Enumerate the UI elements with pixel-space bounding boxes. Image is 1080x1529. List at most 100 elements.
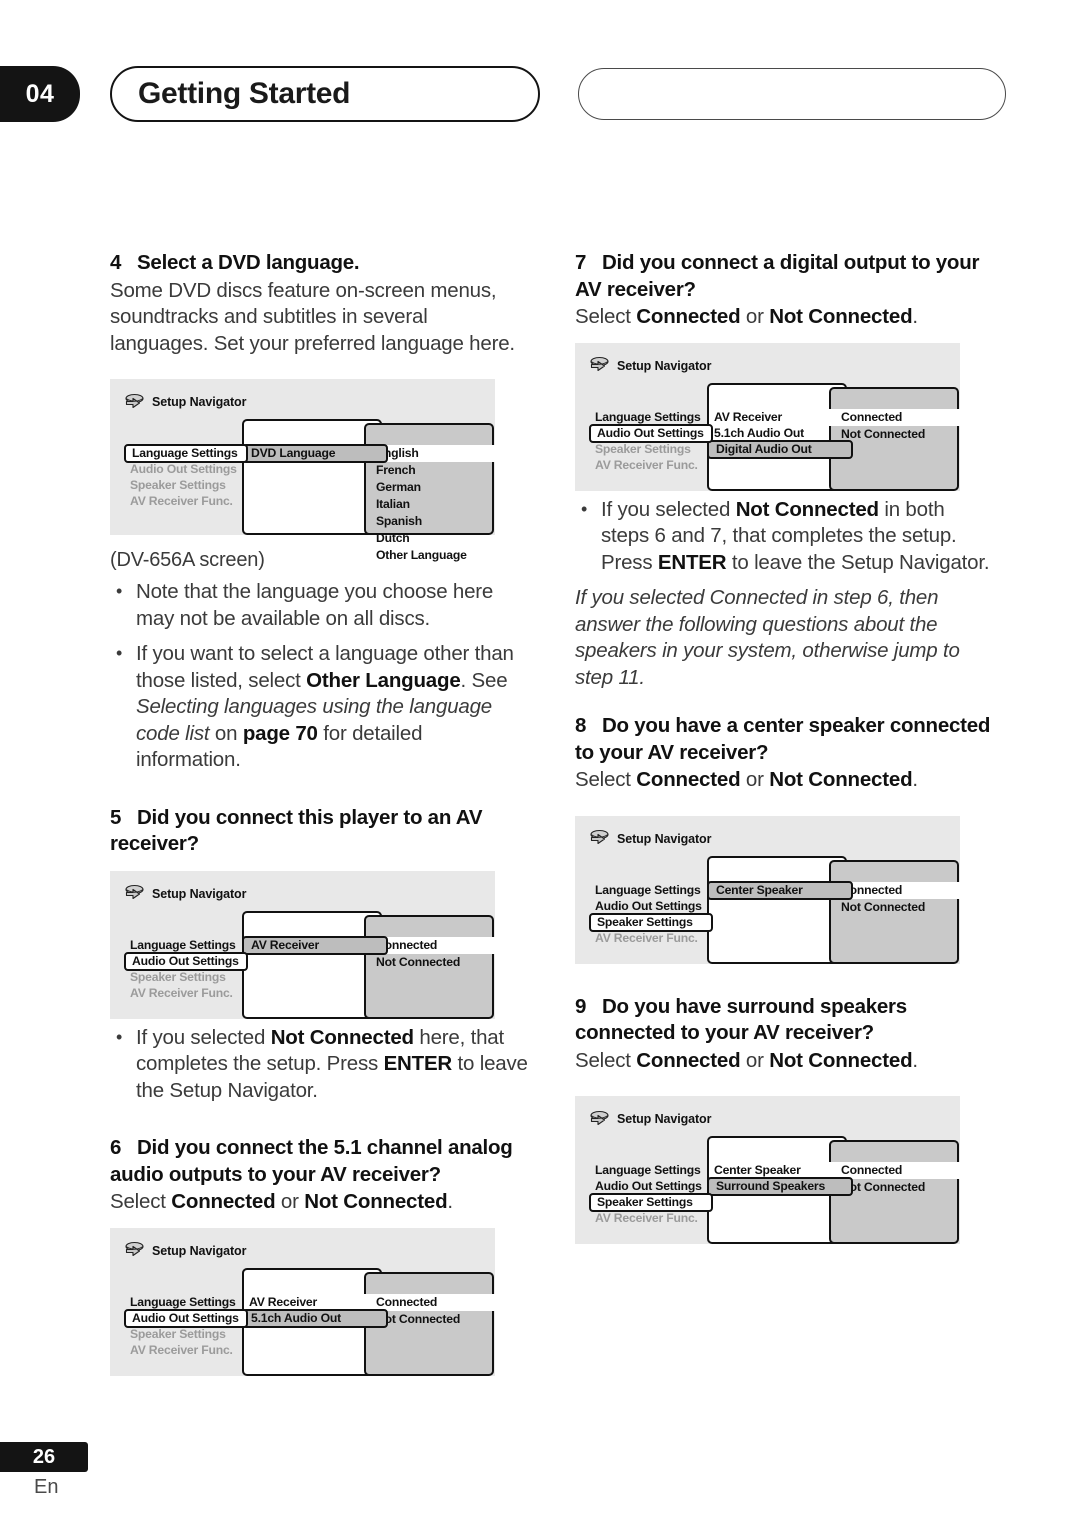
s8-bold-not-connected: Not Connected bbox=[769, 768, 913, 791]
s8-bold-connected: Connected bbox=[636, 768, 741, 791]
middle-item-5-1ch-audio-out[interactable]: 5.1ch Audio Out bbox=[707, 425, 853, 441]
menu-item-audio-out-settings[interactable]: Audio Out Settings bbox=[124, 461, 248, 477]
step-4-body: Some DVD discs feature on-screen menus, … bbox=[110, 278, 515, 355]
setup-navigator-screen-step5: Setup Navigator Language Settings Audio … bbox=[110, 870, 496, 1019]
middle-item-av-receiver[interactable]: AV Receiver bbox=[242, 1294, 388, 1310]
menu-item-av-receiver-func[interactable]: AV Receiver Func. bbox=[589, 457, 713, 473]
menu-item-language-settings[interactable]: Language Settings bbox=[124, 937, 248, 953]
setup-navigator-screen-step6: Setup Navigator Language Settings Audio … bbox=[110, 1227, 496, 1376]
menu-item-audio-out-settings[interactable]: Audio Out Settings bbox=[589, 423, 713, 443]
menu-item-language-settings[interactable]: Language Settings bbox=[124, 1294, 248, 1310]
option-not-connected[interactable]: Not Connected bbox=[829, 899, 961, 916]
menu-item-av-receiver-func[interactable]: AV Receiver Func. bbox=[124, 493, 248, 509]
s6-bold-connected: Connected bbox=[171, 1190, 276, 1213]
page-header: 04 Getting Started bbox=[0, 66, 1080, 122]
menu-item-language-settings[interactable]: Language Settings bbox=[589, 882, 713, 898]
middle-item-surround-speakers[interactable]: Surround Speakers bbox=[707, 1177, 853, 1196]
chapter-number-badge: 04 bbox=[0, 66, 80, 122]
menu-item-av-receiver-func[interactable]: AV Receiver Func. bbox=[589, 1210, 713, 1226]
step-8-heading: 8 Do you have a center speaker connected … bbox=[575, 713, 995, 766]
screen-title: Setup Navigator bbox=[617, 358, 712, 373]
option-italian[interactable]: Italian bbox=[364, 496, 496, 513]
screen-title: Setup Navigator bbox=[617, 831, 712, 846]
screen-title-row: Setup Navigator bbox=[589, 1108, 946, 1130]
step-6-number: 6 bbox=[110, 1136, 122, 1159]
menu-item-av-receiver-func[interactable]: AV Receiver Func. bbox=[589, 930, 713, 946]
step-4-bullets: Note that the language you choose here m… bbox=[110, 578, 530, 774]
menu-item-audio-out-settings[interactable]: Audio Out Settings bbox=[124, 1308, 248, 1328]
menu-item-audio-out-settings[interactable]: Audio Out Settings bbox=[589, 1178, 713, 1194]
step-5-number: 5 bbox=[110, 805, 122, 829]
screen-middle-list: AV Receiver 5.1ch Audio Out bbox=[242, 1294, 388, 1328]
menu-item-speaker-settings[interactable]: Speaker Settings bbox=[589, 1193, 713, 1212]
page-title: Getting Started bbox=[138, 77, 351, 110]
list-item: If you selected Not Connected here, that… bbox=[110, 1024, 530, 1105]
s6-text-2: or bbox=[275, 1190, 305, 1213]
step-8-number: 8 bbox=[575, 714, 587, 737]
middle-item-dvd-language[interactable]: DVD Language bbox=[242, 444, 388, 463]
step-7-instruction: Select Connected or Not Connected. bbox=[575, 304, 995, 331]
setup-navigator-icon bbox=[124, 393, 148, 412]
menu-item-speaker-settings[interactable]: Speaker Settings bbox=[124, 969, 248, 985]
step-9-number: 9 bbox=[575, 994, 587, 1018]
screen-title-row: Setup Navigator bbox=[589, 828, 946, 850]
middle-item-av-receiver[interactable]: AV Receiver bbox=[707, 409, 853, 425]
option-french[interactable]: French bbox=[364, 462, 496, 479]
s7b-text-1: If you selected bbox=[601, 497, 736, 521]
bullet2-bold-other-language: Other Language bbox=[306, 668, 461, 692]
step-7-italic-note: If you selected Connected in step 6, the… bbox=[575, 586, 960, 689]
setup-navigator-screen-step9: Setup Navigator Language Settings Audio … bbox=[575, 1096, 961, 1244]
menu-item-speaker-settings[interactable]: Speaker Settings bbox=[124, 1326, 248, 1342]
middle-item-center-speaker[interactable]: Center Speaker bbox=[707, 880, 853, 900]
menu-item-language-settings[interactable]: Language Settings bbox=[124, 444, 248, 463]
middle-item-center-speaker[interactable]: Center Speaker bbox=[707, 1162, 853, 1178]
screen-middle-list: AV Receiver bbox=[242, 935, 388, 955]
screen-middle-list: Center Speaker bbox=[707, 880, 853, 900]
page-footer: 26 En bbox=[0, 1442, 200, 1499]
middle-item-digital-audio-out[interactable]: Digital Audio Out bbox=[707, 439, 853, 459]
option-german[interactable]: German bbox=[364, 479, 496, 496]
s8-text-2: or bbox=[740, 768, 770, 791]
menu-item-language-settings[interactable]: Language Settings bbox=[589, 409, 713, 425]
option-not-connected[interactable]: Not Connected bbox=[364, 954, 496, 971]
s5-bold-enter: ENTER bbox=[383, 1052, 453, 1075]
screen-middle-panel bbox=[242, 910, 382, 1019]
s7-text-1: Select bbox=[575, 305, 637, 328]
screen-menu-list: Language Settings Audio Out Settings Spe… bbox=[589, 1162, 713, 1226]
s8-text-3: . bbox=[912, 768, 918, 791]
option-other-language[interactable]: Other Language bbox=[364, 547, 496, 564]
screen-middle-list: Center Speaker Surround Speakers bbox=[707, 1162, 853, 1196]
screen-title: Setup Navigator bbox=[617, 1112, 712, 1126]
menu-item-speaker-settings[interactable]: Speaker Settings bbox=[589, 441, 713, 457]
step-6-title: Did you connect the 5.1 channel analog a… bbox=[110, 1136, 513, 1186]
bullet2-text-3: on bbox=[209, 721, 243, 745]
s6-text-1: Select bbox=[110, 1190, 172, 1213]
option-dutch[interactable]: Dutch bbox=[364, 530, 496, 547]
step-8-instruction: Select Connected or Not Connected. bbox=[575, 767, 995, 794]
screen-body: Language Settings Audio Out Settings Spe… bbox=[589, 382, 961, 491]
chapter-title-pill: Getting Started bbox=[110, 66, 540, 122]
screen-middle-list: AV Receiver 5.1ch Audio Out Digital Audi… bbox=[707, 409, 853, 459]
middle-item-av-receiver[interactable]: AV Receiver bbox=[242, 935, 388, 955]
screen-title-row: Setup Navigator bbox=[124, 391, 481, 413]
menu-item-av-receiver-func[interactable]: AV Receiver Func. bbox=[124, 985, 248, 1001]
menu-item-audio-out-settings[interactable]: Audio Out Settings bbox=[124, 951, 248, 971]
s7b-bold-enter: ENTER bbox=[657, 550, 727, 574]
screen-body: Language Settings Audio Out Settings Spe… bbox=[589, 855, 961, 964]
screen-menu-list: Language Settings Audio Out Settings Spe… bbox=[589, 882, 713, 946]
step-9-title: Do you have surround speakers connected … bbox=[575, 994, 907, 1045]
step-7-heading: 7 Did you connect a digital output to you… bbox=[575, 250, 995, 303]
menu-item-audio-out-settings[interactable]: Audio Out Settings bbox=[589, 898, 713, 914]
menu-item-speaker-settings[interactable]: Speaker Settings bbox=[589, 912, 713, 932]
step-7-title: Did you connect a digital output to your… bbox=[575, 251, 980, 301]
bullet2-bold-page-ref: page 70 bbox=[242, 721, 318, 745]
screen-menu-list: Language Settings Audio Out Settings Spe… bbox=[124, 1294, 248, 1358]
option-spanish[interactable]: Spanish bbox=[364, 513, 496, 530]
s5-bold-not-connected: Not Connected bbox=[270, 1025, 414, 1049]
setup-navigator-screen-step7: Setup Navigator Language Settings Audio … bbox=[575, 342, 961, 491]
menu-item-language-settings[interactable]: Language Settings bbox=[589, 1162, 713, 1178]
middle-item-5-1ch-audio-out[interactable]: 5.1ch Audio Out bbox=[242, 1308, 388, 1328]
step-4-block: 4 Select a DVD language. Some DVD discs f… bbox=[110, 250, 530, 357]
menu-item-speaker-settings[interactable]: Speaker Settings bbox=[124, 477, 248, 493]
menu-item-av-receiver-func[interactable]: AV Receiver Func. bbox=[124, 1342, 248, 1358]
